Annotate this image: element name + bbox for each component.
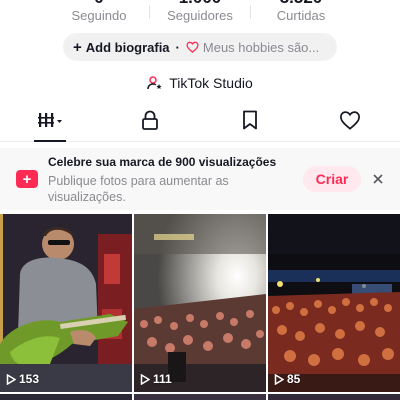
profile-stats: 0 Seguindo 1.000 Seguidores 3.520 Curtid… <box>0 0 400 23</box>
view-count: 111 <box>140 372 172 386</box>
tab-private[interactable] <box>100 104 200 141</box>
grid-icon <box>37 111 63 134</box>
concert-crowd-thumbnail-image <box>268 214 400 392</box>
tab-liked[interactable] <box>300 104 400 141</box>
close-icon[interactable] <box>368 169 388 189</box>
following-count: 0 <box>49 0 149 8</box>
likes-label: Curtidas <box>276 8 326 23</box>
tab-saved[interactable] <box>200 104 300 141</box>
video-thumbnail[interactable]: 85 <box>268 214 400 392</box>
video-thumbnail-partial[interactable] <box>0 394 132 400</box>
followers-label: Seguidores <box>167 8 233 23</box>
likes-stat[interactable]: 3.520 Curtidas <box>251 0 351 23</box>
lock-icon <box>141 110 159 135</box>
followers-stat[interactable]: 1.000 Seguidores <box>150 0 250 23</box>
tiktok-studio-link[interactable]: TikTok Studio <box>0 72 400 94</box>
guitarist-thumbnail-image <box>0 214 132 392</box>
hobbies-button[interactable]: Meus hobbies são... <box>203 40 319 55</box>
play-icon <box>140 373 150 385</box>
banner-description: Publique fotos para aumentar as visualiz… <box>48 174 229 204</box>
bio-pill: + Add biografia · Meus hobbies são... <box>63 33 337 61</box>
following-stat[interactable]: 0 Seguindo <box>49 0 149 23</box>
crowd-thumbnail-image <box>134 214 266 392</box>
video-grid: 153 111 85 <box>0 214 400 400</box>
play-icon <box>6 373 16 385</box>
add-bio-label: Add biografia <box>85 39 170 55</box>
add-bio-button[interactable]: + Add biografia <box>73 39 170 56</box>
view-count: 153 <box>6 372 39 386</box>
tiktok-studio-label: TikTok Studio <box>169 75 253 91</box>
views-milestone-banner: + Celebre sua marca de 900 visualizações… <box>0 148 400 210</box>
profile-tabs <box>0 104 400 142</box>
view-count-label: 111 <box>153 372 172 386</box>
followers-count: 1.000 <box>150 0 250 8</box>
create-button[interactable]: Criar <box>303 166 361 192</box>
heart-icon <box>339 110 361 135</box>
view-count-label: 153 <box>19 372 40 386</box>
banner-title: Celebre sua marca de 900 visualizações <box>48 155 277 169</box>
view-count: 85 <box>274 372 300 386</box>
heart-outline-icon <box>186 41 199 53</box>
video-thumbnail[interactable]: 111 <box>134 214 266 392</box>
play-icon <box>274 373 284 385</box>
video-thumbnail[interactable]: 153 <box>0 214 132 392</box>
following-label: Seguindo <box>71 8 127 23</box>
plus-icon: + <box>73 38 82 56</box>
bookmark-icon <box>242 110 258 135</box>
tab-videos-grid[interactable] <box>0 104 100 142</box>
create-plus-icon: + <box>16 170 38 188</box>
view-count-label: 85 <box>287 372 301 386</box>
person-star-icon <box>147 75 163 91</box>
bio-separator: · <box>175 39 180 55</box>
video-thumbnail-partial[interactable] <box>268 394 400 400</box>
video-thumbnail-partial[interactable] <box>134 394 266 400</box>
likes-count: 3.520 <box>251 0 351 8</box>
